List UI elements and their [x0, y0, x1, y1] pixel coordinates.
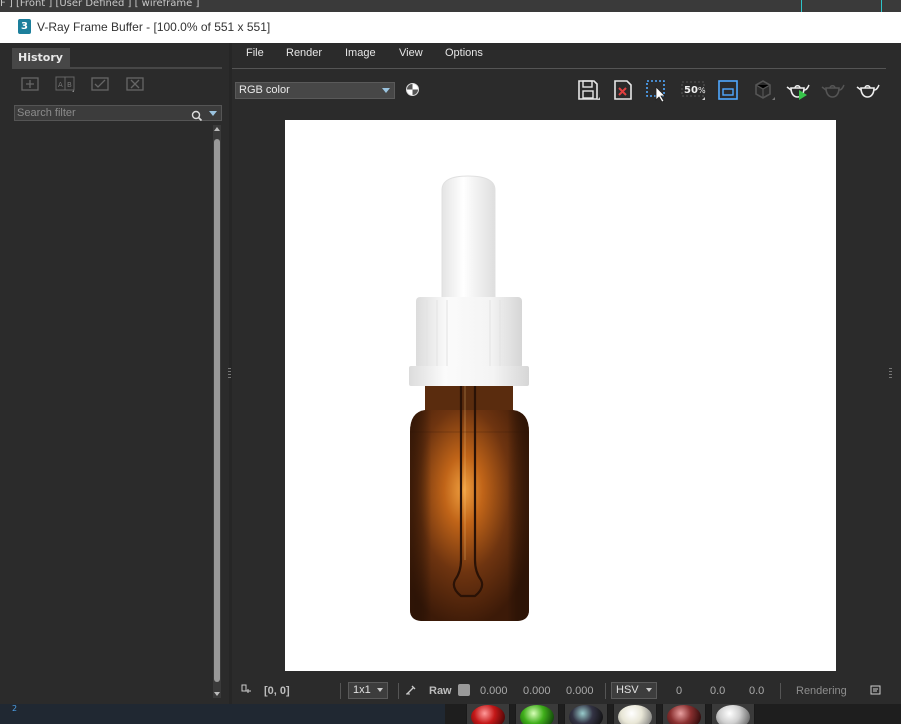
material-editor-strip: 2	[0, 704, 901, 724]
blue-value: 0.000	[566, 685, 594, 697]
svg-text:%: %	[698, 86, 706, 95]
menu-view[interactable]: View	[399, 47, 423, 59]
scroll-thumb[interactable]	[214, 139, 220, 682]
sample-size-select[interactable]: 1x1	[348, 682, 388, 699]
frame-buffer-toolbar: RGB color 50%	[232, 70, 886, 110]
raw-toggle[interactable]	[458, 684, 470, 696]
history-scrollbar[interactable]	[213, 125, 221, 698]
render-interactive-teapot-icon[interactable]	[785, 78, 811, 102]
menu-file[interactable]: File	[246, 47, 264, 59]
image-viewport[interactable]	[233, 113, 886, 678]
history-list[interactable]	[14, 123, 214, 701]
color-picker-icon[interactable]	[405, 684, 417, 698]
zoom-50-icon[interactable]: 50%	[680, 78, 706, 102]
material-slot[interactable]	[564, 704, 608, 724]
hue-value: 0	[676, 685, 683, 697]
scroll-down-icon[interactable]	[214, 692, 220, 696]
save-to-history-icon[interactable]	[20, 75, 40, 93]
menu-image[interactable]: Image	[345, 47, 376, 59]
save-image-icon[interactable]	[575, 78, 601, 102]
cursor-coords: [0, 0]	[264, 685, 290, 697]
remove-from-history-icon[interactable]	[125, 75, 145, 93]
window-title: V-Ray Frame Buffer - [100.0% of 551 x 55…	[37, 20, 271, 34]
dropper-bottle-render	[409, 175, 529, 621]
sample-size-value: 1x1	[353, 684, 371, 696]
material-ball	[618, 705, 652, 724]
rendered-image[interactable]	[285, 120, 836, 671]
render-teapot-disabled-icon[interactable]	[820, 78, 846, 102]
divider	[780, 683, 781, 699]
material-ball	[716, 705, 750, 724]
vray-frame-buffer-window: F ] [Front ] [User Defined ] [ wireframe…	[0, 0, 901, 724]
color-mode-value: HSV	[616, 684, 639, 696]
region-render-icon[interactable]	[644, 78, 670, 103]
frame-icon[interactable]	[715, 78, 741, 102]
app-3ds-icon: 3	[18, 19, 31, 34]
zoom-badge: 50	[684, 85, 698, 96]
right-grip-icon[interactable]	[889, 368, 892, 380]
color-mode-select[interactable]: HSV	[611, 682, 657, 699]
search-input[interactable]	[17, 106, 185, 120]
splitter-grip-icon[interactable]	[228, 368, 231, 380]
title-bar[interactable]: 3 V-Ray Frame Buffer - [100.0% of 551 x …	[0, 12, 901, 43]
divider	[398, 683, 399, 699]
status-bar: [0, 0] 1x1 Raw 0.000 0.000 0.000 HSV 0 0…	[232, 680, 886, 702]
material-ball	[471, 705, 505, 724]
viewport-label-strip: F ] [Front ] [User Defined ] [ wireframe…	[0, 0, 901, 12]
material-ball	[569, 705, 603, 724]
red-value: 0.000	[480, 685, 508, 697]
ab-compare-icon[interactable]: AB	[55, 75, 75, 93]
chevron-down-icon	[377, 688, 383, 692]
material-ball	[667, 705, 701, 724]
green-value: 0.000	[523, 685, 551, 697]
history-tab-underline	[12, 67, 222, 69]
menu-render[interactable]: Render	[286, 47, 322, 59]
saturation-value: 0.0	[710, 685, 726, 697]
chevron-down-icon	[382, 88, 390, 93]
chevron-down-icon[interactable]	[209, 111, 217, 116]
raw-label: Raw	[429, 685, 452, 697]
divider	[340, 683, 341, 699]
history-search	[14, 105, 222, 122]
lock-3d-icon[interactable]	[750, 78, 776, 102]
render-teapot-icon[interactable]	[855, 78, 881, 102]
material-slot[interactable]	[711, 704, 755, 724]
viewport-label[interactable]: F ] [Front ] [User Defined ] [ wireframe…	[0, 0, 199, 9]
material-strip-left	[0, 704, 445, 724]
viewport-marker: 2	[12, 704, 18, 713]
history-panel: History AB	[8, 45, 222, 702]
material-slot[interactable]	[515, 704, 559, 724]
svg-text:B: B	[67, 81, 72, 89]
tab-history[interactable]: History	[12, 48, 70, 68]
frame-buffer-body: History AB Search filter File Render Ima…	[0, 43, 901, 704]
menu-bar: File Render Image View Options	[232, 43, 886, 69]
mono-toggle-icon[interactable]	[406, 83, 419, 96]
scroll-up-icon[interactable]	[214, 127, 220, 131]
material-slot[interactable]	[466, 704, 510, 724]
load-from-history-icon[interactable]	[90, 75, 110, 93]
material-slot[interactable]	[613, 704, 657, 724]
value-value: 0.0	[749, 685, 765, 697]
pixel-info-icon[interactable]	[241, 684, 252, 698]
log-icon[interactable]	[870, 685, 881, 698]
render-status: Rendering	[796, 685, 847, 697]
channel-select-value: RGB color	[239, 84, 290, 96]
viewport-guide-line	[801, 0, 802, 12]
divider	[605, 683, 606, 699]
chevron-down-icon	[646, 688, 652, 692]
material-ball	[520, 705, 554, 724]
menu-options[interactable]: Options	[445, 47, 483, 59]
channel-select[interactable]: RGB color	[235, 82, 395, 99]
clear-image-icon[interactable]	[610, 78, 636, 102]
material-slot[interactable]	[662, 704, 706, 724]
viewport-guide-line	[881, 0, 882, 12]
svg-text:A: A	[58, 81, 63, 89]
